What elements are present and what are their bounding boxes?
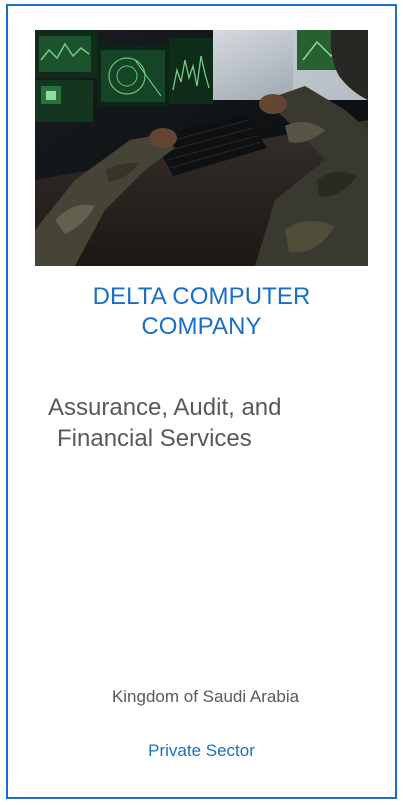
sector-link[interactable]: Private Sector [8,740,395,762]
company-name-line2: COMPANY [141,313,262,340]
company-name-line1: DELTA COMPUTER [92,283,311,310]
services-line2: Financial Services [57,425,252,452]
country-label: Kingdom of Saudi Arabia [111,687,300,706]
company-photo [35,30,368,266]
company-name[interactable]: DELTA COMPUTER COMPANY [8,282,395,342]
services-description: Assurance, Audit, and Financial Services [48,392,368,454]
services-line1: Assurance, Audit, and [48,394,282,421]
military-operator-at-computer-photo-icon [35,30,368,266]
company-card[interactable]: DELTA COMPUTER COMPANY Assurance, Audit,… [6,4,397,799]
